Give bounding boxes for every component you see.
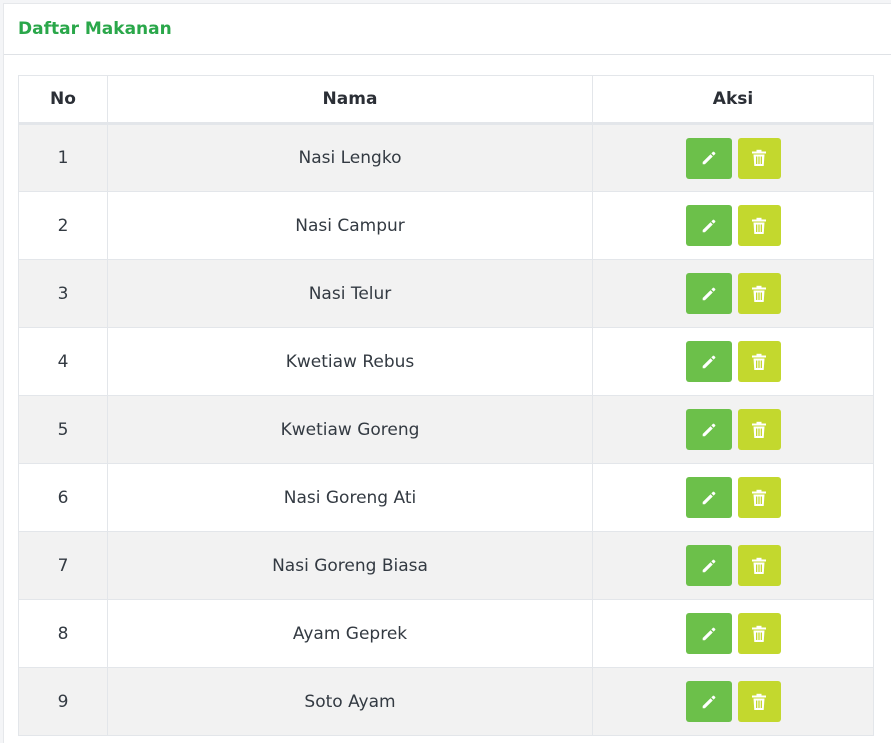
delete-button[interactable] xyxy=(737,273,781,314)
table-row: 4 Kwetiaw Rebus xyxy=(18,327,874,396)
cell-nama: Kwetiaw Goreng xyxy=(107,395,593,464)
row-actions xyxy=(593,409,873,450)
trash-icon xyxy=(752,353,766,370)
pencil-icon xyxy=(702,355,715,368)
cell-no: 3 xyxy=(18,259,108,328)
delete-button[interactable] xyxy=(737,681,781,722)
cell-aksi xyxy=(592,599,874,668)
pencil-icon xyxy=(702,491,715,504)
edit-button[interactable] xyxy=(685,341,732,382)
cell-no: 8 xyxy=(18,599,108,668)
cell-nama: Soto Ayam xyxy=(107,667,593,736)
pencil-icon xyxy=(702,559,715,572)
row-actions xyxy=(593,477,873,518)
card-title: Daftar Makanan xyxy=(18,19,172,39)
column-header-aksi: Aksi xyxy=(592,75,874,125)
row-actions xyxy=(593,205,873,246)
row-actions xyxy=(593,273,873,314)
delete-button[interactable] xyxy=(737,205,781,246)
cell-no: 9 xyxy=(18,667,108,736)
card-header: Daftar Makanan xyxy=(4,4,891,55)
delete-button[interactable] xyxy=(737,545,781,586)
trash-icon xyxy=(752,489,766,506)
trash-icon xyxy=(752,149,766,166)
row-actions xyxy=(593,341,873,382)
pencil-icon xyxy=(702,151,715,165)
delete-button[interactable] xyxy=(737,477,781,518)
edit-button[interactable] xyxy=(685,545,732,586)
cell-aksi xyxy=(592,123,874,192)
delete-button[interactable] xyxy=(737,137,781,179)
trash-icon xyxy=(752,421,766,438)
table-body: 1 Nasi Lengko 2 Nasi Campur 3 Nasi Telur… xyxy=(18,123,874,736)
edit-button[interactable] xyxy=(685,613,732,654)
table-row: 6 Nasi Goreng Ati xyxy=(18,463,874,532)
cell-nama: Nasi Campur xyxy=(107,191,593,260)
food-list-card: Daftar Makanan No Nama Aksi 1 Nasi Lengk… xyxy=(3,3,891,743)
table-header-row: No Nama Aksi xyxy=(18,75,874,125)
trash-icon xyxy=(752,693,766,710)
pencil-icon xyxy=(702,423,715,436)
cell-nama: Nasi Telur xyxy=(107,259,593,328)
table-row: 7 Nasi Goreng Biasa xyxy=(18,531,874,600)
trash-icon xyxy=(752,625,766,642)
edit-button[interactable] xyxy=(685,681,732,722)
pencil-icon xyxy=(702,627,715,640)
cell-nama: Kwetiaw Rebus xyxy=(107,327,593,396)
table-row: 1 Nasi Lengko xyxy=(18,123,874,192)
row-actions xyxy=(593,681,873,722)
table-row: 5 Kwetiaw Goreng xyxy=(18,395,874,464)
table-row: 9 Soto Ayam xyxy=(18,667,874,736)
cell-aksi xyxy=(592,395,874,464)
cell-aksi xyxy=(592,531,874,600)
cell-nama: Nasi Goreng Ati xyxy=(107,463,593,532)
food-table: No Nama Aksi 1 Nasi Lengko 2 Nasi Campur… xyxy=(18,75,874,736)
delete-button[interactable] xyxy=(737,613,781,654)
cell-no: 5 xyxy=(18,395,108,464)
column-header-no: No xyxy=(18,75,108,125)
pencil-icon xyxy=(702,695,715,708)
trash-icon xyxy=(752,217,766,234)
cell-no: 1 xyxy=(18,123,108,192)
delete-button[interactable] xyxy=(737,341,781,382)
table-row: 3 Nasi Telur xyxy=(18,259,874,328)
trash-icon xyxy=(752,557,766,574)
row-actions xyxy=(593,613,873,654)
column-header-nama: Nama xyxy=(107,75,593,125)
trash-icon xyxy=(752,285,766,302)
cell-aksi xyxy=(592,327,874,396)
cell-aksi xyxy=(592,259,874,328)
edit-button[interactable] xyxy=(685,409,732,450)
edit-button[interactable] xyxy=(685,477,732,518)
cell-aksi xyxy=(592,463,874,532)
edit-button[interactable] xyxy=(685,273,732,314)
cell-no: 6 xyxy=(18,463,108,532)
cell-no: 7 xyxy=(18,531,108,600)
cell-nama: Nasi Goreng Biasa xyxy=(107,531,593,600)
row-actions xyxy=(593,545,873,586)
pencil-icon xyxy=(702,287,715,300)
cell-aksi xyxy=(592,667,874,736)
edit-button[interactable] xyxy=(685,137,732,179)
row-actions xyxy=(593,137,873,179)
food-table-container: No Nama Aksi 1 Nasi Lengko 2 Nasi Campur… xyxy=(18,75,874,736)
edit-button[interactable] xyxy=(685,205,732,246)
table-header: No Nama Aksi xyxy=(18,75,874,125)
cell-nama: Ayam Geprek xyxy=(107,599,593,668)
table-row: 2 Nasi Campur xyxy=(18,191,874,260)
table-row: 8 Ayam Geprek xyxy=(18,599,874,668)
cell-nama: Nasi Lengko xyxy=(107,123,593,192)
cell-no: 4 xyxy=(18,327,108,396)
cell-aksi xyxy=(592,191,874,260)
pencil-icon xyxy=(702,219,715,232)
cell-no: 2 xyxy=(18,191,108,260)
delete-button[interactable] xyxy=(737,409,781,450)
